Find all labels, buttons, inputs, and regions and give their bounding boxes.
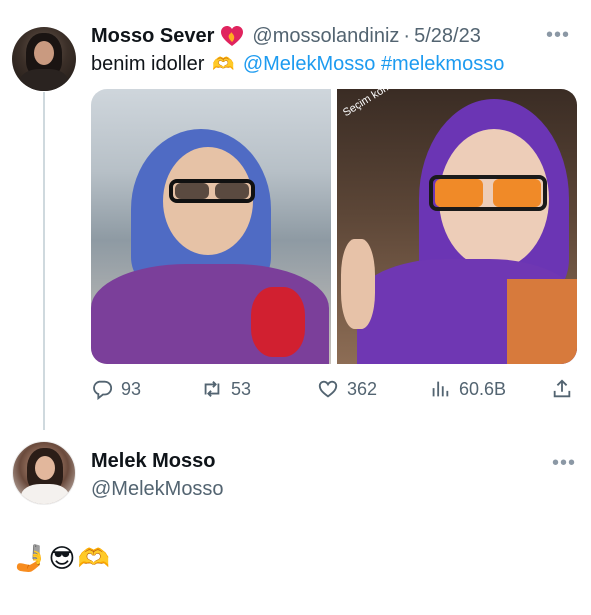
reply-author-handle[interactable]: @MelekMosso [91,478,224,501]
more-options-icon[interactable]: ••• [546,24,570,47]
reply-icon [93,380,113,400]
microphone [251,287,305,357]
reply-author-name[interactable]: Melek Mosso [91,450,215,473]
orange-sunglasses [429,175,547,211]
mention-link[interactable]: @MelekMosso [243,53,376,76]
reply-text: 🤳😎🫶 [14,543,112,573]
avatar-mosso-sever[interactable] [12,27,76,91]
tweet-actions: 93 53 362 60.6B [91,378,577,402]
avatar-melek-mosso[interactable] [12,441,76,505]
retweet-count: 53 [231,378,252,399]
heart-fire-icon [221,26,244,46]
photo-left[interactable] [91,89,331,364]
share-icon [553,379,571,398]
avatar-body [20,69,68,91]
author-name[interactable]: Mosso Sever [91,25,214,48]
photo-right[interactable]: Seçim kombinim hazır [337,89,577,364]
reply-more-options-icon[interactable]: ••• [552,452,576,475]
tweet-media[interactable]: Seçim kombinim hazır [91,89,577,364]
tweet-text: benim idoller 🫶 @MelekMosso #melekmosso [91,53,504,76]
tweet-date[interactable]: 5/28/23 [414,25,481,48]
heart-hands-emoji: 🫶 [212,54,235,74]
like-action[interactable]: 362 [317,378,377,400]
separator-dot: · [403,24,411,47]
tweet-header: Mosso Sever @mossolandiniz · 5/28/23 [91,22,481,50]
views-count: 60.6B [459,378,507,399]
views-action[interactable]: 60.6B [429,378,506,400]
avatar-body [21,484,69,504]
colorful-jacket [507,279,577,364]
share-action[interactable] [551,378,573,400]
reply-count: 93 [121,378,142,399]
retweet-action[interactable]: 53 [201,378,251,400]
retweet-icon [204,381,220,397]
like-count: 362 [347,378,378,399]
photo-caption: Seçim kombinim hazır [341,89,439,119]
tweet-text-prefix: benim idoller [91,53,205,75]
thread-connector-line [43,92,45,430]
black-glasses [169,179,255,203]
author-handle[interactable]: @mossolandiniz [252,25,399,48]
reply-action[interactable]: 93 [91,378,141,400]
hashtag-link[interactable]: #melekmosso [381,53,504,76]
like-heart-icon [318,380,338,398]
reply-name-text[interactable]: Melek Mosso [91,450,215,472]
views-chart-icon [432,381,449,397]
avatar-face [34,41,54,65]
peace-hand [341,239,375,329]
avatar-face [35,456,55,480]
